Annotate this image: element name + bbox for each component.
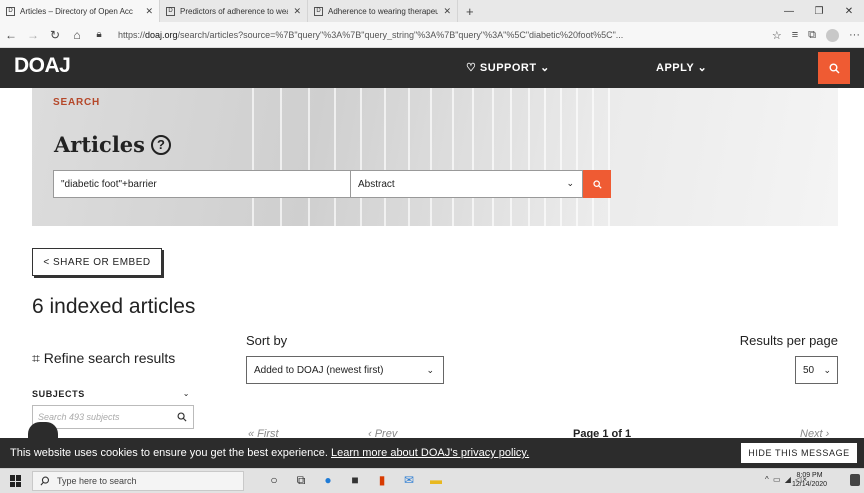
privacy-policy-link[interactable]: Learn more about DOAJ's privacy policy. <box>331 447 529 459</box>
cookie-message: This website uses cookies to ensure you … <box>10 447 529 459</box>
notification-center-icon[interactable] <box>850 474 860 486</box>
refresh-icon[interactable]: ↻ <box>44 28 66 42</box>
support-menu[interactable]: ♡ SUPPORT ⌄ <box>466 61 550 74</box>
minimize-button[interactable]: — <box>774 0 804 22</box>
lock-icon: 🔒︎ <box>96 29 102 40</box>
doaj-logo[interactable]: DOAJ <box>14 54 71 78</box>
search-eyebrow-label: SEARCH <box>53 97 101 108</box>
task-view-icon[interactable]: ⧉ <box>293 472 309 488</box>
search-icon <box>177 412 187 422</box>
results-count: 6 indexed articles <box>32 295 196 318</box>
store-icon[interactable]: ■ <box>347 472 363 488</box>
chevron-down-icon: ⌄ <box>182 389 190 398</box>
clock-time: 8:09 PM <box>796 472 823 479</box>
file-explorer-icon[interactable]: ▬ <box>428 472 444 488</box>
collections-icon[interactable]: ⧉ <box>808 29 816 42</box>
browser-tab-strip: D Articles – Directory of Open Acc ✕ D P… <box>0 0 864 22</box>
taskbar-search-box[interactable]: Type here to search <box>32 471 244 491</box>
back-arrow-icon[interactable]: ← <box>0 28 22 42</box>
results-per-page-label: Results per page <box>739 333 838 348</box>
tab-close-icon[interactable]: ✕ <box>145 6 153 17</box>
url-field[interactable]: https://doaj.org/search/articles?source=… <box>118 30 718 40</box>
tab-adherence[interactable]: D Adherence to wearing therapeu ✕ <box>308 0 458 22</box>
apply-menu[interactable]: APPLY ⌄ <box>656 61 707 74</box>
windows-start-icon[interactable] <box>10 475 22 487</box>
chevron-down-icon: ⌄ <box>426 365 434 375</box>
sort-select[interactable]: Added to DOAJ (newest first) ⌄ <box>246 356 444 384</box>
page-title-text: Articles <box>54 132 145 157</box>
search-icon <box>592 179 602 189</box>
windows-taskbar: Type here to search ○ ⧉ ● ■ ▮ ✉ ▬ ^ ▭ ◢ … <box>0 468 864 493</box>
url-host: doaj.org <box>145 29 178 40</box>
favorite-star-icon[interactable]: ☆ <box>772 29 782 42</box>
search-hero: SEARCH Articles ? "diabetic foot"+barrie… <box>32 88 838 226</box>
favorites-list-icon[interactable]: ≡ <box>792 29 798 41</box>
page-title: Articles ? <box>54 132 171 157</box>
search-icon <box>829 63 839 73</box>
results-per-page-select[interactable]: 50 ⌄ <box>795 356 838 384</box>
taskbar-pinned-apps: ○ ⧉ ● ■ ▮ ✉ ▬ <box>266 472 444 488</box>
subjects-search-input[interactable]: Search 493 subjects <box>32 405 194 429</box>
clock-date: 12/14/2020 <box>792 481 828 488</box>
browser-toolbar-right: ☆ ≡ ⧉ ··· <box>772 22 860 48</box>
sort-label: Sort by <box>246 333 288 348</box>
subjects-facet-toggle[interactable]: SUBJECTS ⌄ <box>32 389 194 399</box>
tab-close-icon[interactable]: ✕ <box>293 6 301 17</box>
doaj-favicon-icon: D <box>314 6 323 16</box>
taskbar-clock[interactable]: 8:09 PM 12/14/2020 <box>792 471 827 489</box>
sort-value: Added to DOAJ (newest first) <box>254 365 384 376</box>
cookie-banner: This website uses cookies to ensure you … <box>0 438 864 468</box>
chevron-down-icon: ⌄ <box>823 365 831 375</box>
doaj-favicon-icon: D <box>6 6 15 16</box>
search-query-input[interactable]: "diabetic foot"+barrier <box>53 170 351 198</box>
more-menu-icon[interactable]: ··· <box>849 29 860 41</box>
tab-title: Articles – Directory of Open Acc <box>20 6 133 16</box>
cortana-icon[interactable]: ○ <box>266 472 282 488</box>
tab-title: Adherence to wearing therapeu <box>328 6 439 16</box>
url-prefix: https:// <box>118 29 146 40</box>
search-field-select[interactable]: Abstract ⌄ <box>351 170 583 198</box>
refine-heading: ⌗ Refine search results <box>32 350 176 366</box>
edge-browser-icon[interactable]: ● <box>320 472 336 488</box>
new-tab-button[interactable]: + <box>458 4 482 19</box>
cookie-text: This website uses cookies to ensure you … <box>10 447 332 459</box>
forward-arrow-icon[interactable]: → <box>22 28 44 42</box>
help-circle-icon[interactable]: ? <box>150 134 171 155</box>
results-per-page-value: 50 <box>803 365 815 376</box>
hide-message-button[interactable]: HIDE THIS MESSAGE <box>741 443 857 463</box>
address-bar-row: ← → ↻ ⌂ 🔒︎ https://doaj.org/search/artic… <box>0 22 864 48</box>
subjects-label: SUBJECTS <box>32 389 85 399</box>
header-search-button[interactable] <box>818 52 850 84</box>
tab-articles[interactable]: D Articles – Directory of Open Acc ✕ <box>0 0 160 22</box>
share-embed-button[interactable]: < SHARE OR EMBED <box>32 248 162 276</box>
tab-title: Predictors of adherence to wea <box>180 6 289 16</box>
subjects-search-placeholder: Search 493 subjects <box>38 412 120 422</box>
maximize-button[interactable]: ❐ <box>804 0 834 22</box>
profile-avatar-icon[interactable] <box>826 28 839 42</box>
home-icon[interactable]: ⌂ <box>66 28 88 42</box>
taskbar-search-placeholder: Type here to search <box>57 476 137 486</box>
tab-predictors[interactable]: D Predictors of adherence to wea ✕ <box>160 0 308 22</box>
url-path: /search/articles?source=%7B"query"%3A%7B… <box>177 29 624 40</box>
search-field-value: Abstract <box>358 179 395 190</box>
tab-close-icon[interactable]: ✕ <box>443 6 451 17</box>
window-close-button[interactable]: ✕ <box>834 0 864 22</box>
search-icon <box>40 476 49 486</box>
chevron-down-icon: ⌄ <box>566 178 574 188</box>
search-submit-button[interactable] <box>583 170 611 198</box>
mail-icon[interactable]: ✉ <box>401 472 417 488</box>
office-icon[interactable]: ▮ <box>374 472 390 488</box>
site-header: DOAJ ♡ SUPPORT ⌄ APPLY ⌄ <box>0 48 864 88</box>
doaj-favicon-icon: D <box>166 6 175 16</box>
